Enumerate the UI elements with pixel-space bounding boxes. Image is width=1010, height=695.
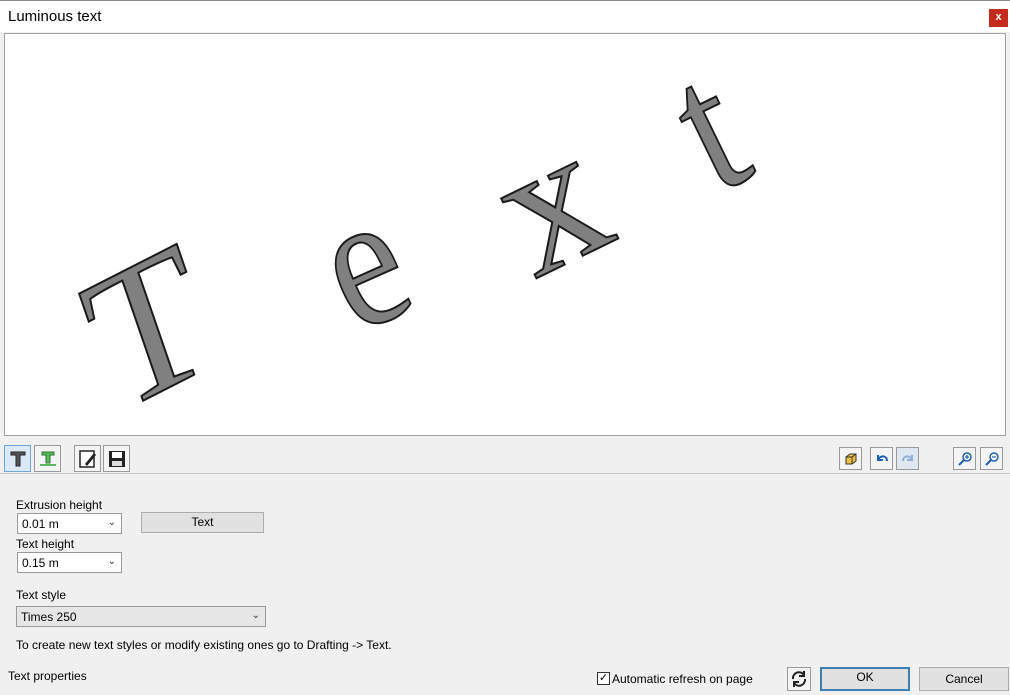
text-button[interactable]: Text: [141, 512, 264, 533]
zoom-out-icon: [984, 451, 999, 466]
letter-x: x: [461, 86, 638, 316]
edit-button[interactable]: [74, 445, 101, 472]
chevron-down-icon: ⌄: [107, 517, 116, 528]
undo-icon: [876, 454, 888, 461]
close-icon: x: [995, 11, 1002, 23]
zoom-in-button[interactable]: [953, 447, 976, 470]
close-button[interactable]: x: [989, 9, 1008, 27]
cube-view-button[interactable]: [839, 447, 862, 470]
letter-e: e: [287, 151, 438, 372]
text-style-value: Times 250: [21, 610, 77, 624]
text-height-value: 0.15 m: [22, 556, 59, 570]
auto-refresh-label: Automatic refresh on page: [612, 672, 753, 686]
checkmark-icon: ✓: [598, 672, 609, 684]
text-height-label: Text height: [16, 537, 75, 551]
text-mode-icon: [10, 451, 25, 466]
edit-icon: [78, 449, 96, 468]
auto-refresh-checkbox[interactable]: ✓: [597, 672, 610, 685]
save-icon: [108, 450, 125, 467]
text-style-select[interactable]: Times 250 ⌄: [16, 606, 266, 627]
text-ground-icon: [39, 451, 56, 466]
extrusion-height-value: 0.01 m: [22, 517, 59, 531]
letter-t-upper: T: [62, 201, 234, 436]
undo-button[interactable]: [870, 447, 893, 470]
extrusion-height-select[interactable]: 0.01 m ⌄: [17, 513, 122, 534]
refresh-icon: [791, 671, 807, 687]
text-3d-preview: T e x t: [61, 34, 777, 436]
zoom-out-button[interactable]: [980, 447, 1003, 470]
zoom-in-icon: [957, 451, 972, 466]
preview-viewport[interactable]: T e x t: [4, 33, 1006, 436]
toolbar: [0, 440, 1010, 474]
extrusion-height-label: Extrusion height: [16, 498, 103, 512]
save-button[interactable]: [103, 445, 130, 472]
text-height-select[interactable]: 0.15 m ⌄: [17, 552, 122, 573]
refresh-button[interactable]: [787, 667, 811, 691]
text-style-hint: To create new text styles or modify exis…: [16, 638, 392, 652]
window-title: Luminous text: [8, 8, 102, 25]
text-mode-button[interactable]: [4, 445, 31, 472]
cancel-button[interactable]: Cancel: [919, 667, 1009, 691]
text-properties-label: Text properties: [8, 669, 87, 683]
title-bar: Luminous text x: [0, 0, 1010, 32]
ok-button[interactable]: OK: [820, 667, 910, 691]
redo-button[interactable]: [896, 447, 919, 470]
chevron-down-icon: ⌄: [251, 610, 260, 621]
text-ground-button[interactable]: [34, 445, 61, 472]
chevron-down-icon: ⌄: [107, 556, 116, 567]
cube-view-icon: [845, 453, 856, 464]
text-style-label: Text style: [16, 588, 67, 602]
redo-icon: [901, 454, 913, 461]
letter-t-lower: t: [641, 34, 776, 232]
